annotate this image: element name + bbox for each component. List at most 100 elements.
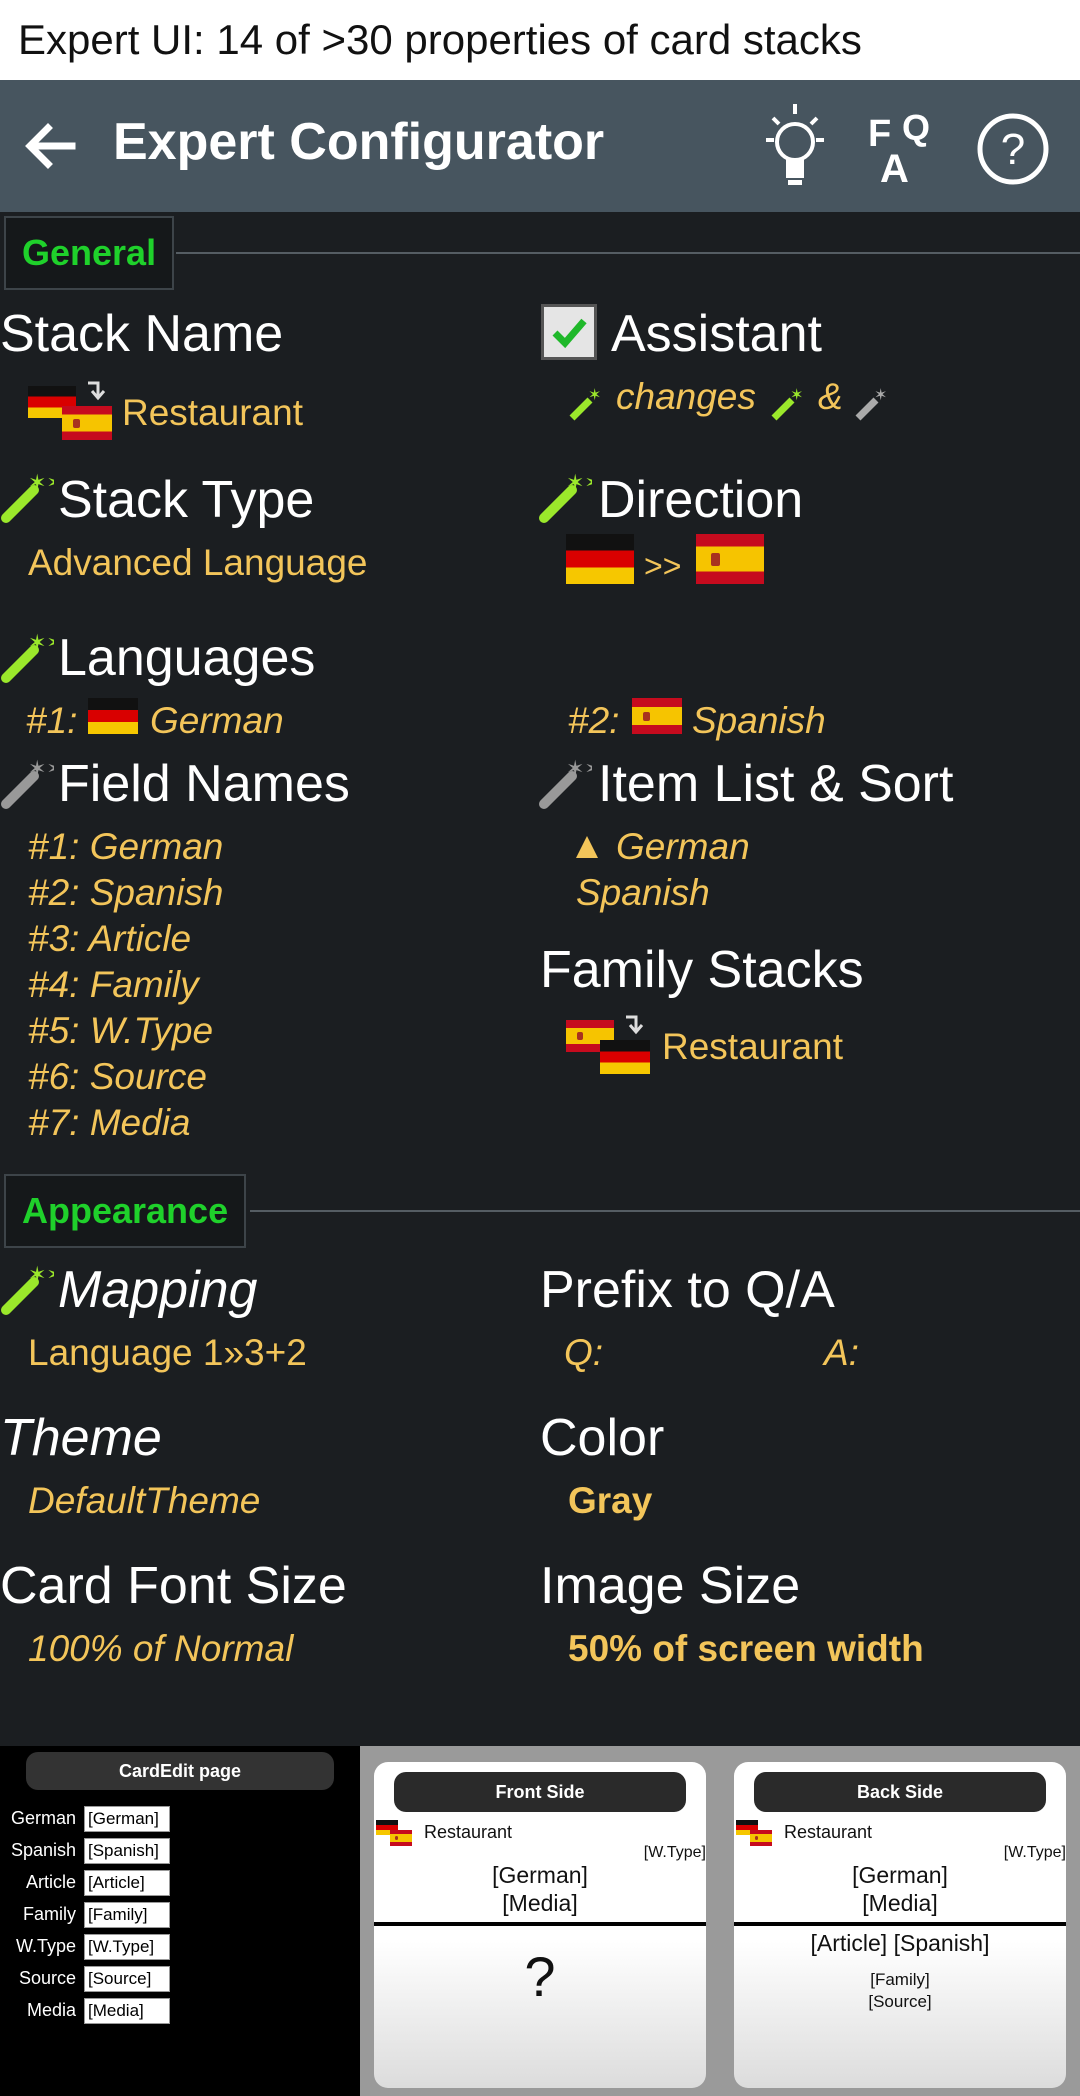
direction-separator: >>: [644, 548, 682, 584]
svg-text:✶✶: ✶✶: [28, 757, 54, 782]
image-size-label[interactable]: Image Size: [540, 1556, 800, 1616]
german-flag-icon: [88, 698, 138, 734]
field-name-item: #3: Article: [28, 918, 192, 959]
wand-icon: ✶✶: [1, 1263, 54, 1315]
field-input[interactable]: [Source]: [84, 1966, 170, 1992]
wand-icon: ✶✶: [539, 471, 592, 523]
field-name-item: #7: Media: [28, 1102, 191, 1143]
theme-value: DefaultTheme: [28, 1480, 261, 1521]
field-name-item: #5: W.Type: [28, 1010, 214, 1051]
item-list-label[interactable]: Item List & Sort: [598, 754, 953, 814]
field-input[interactable]: [German]: [84, 1806, 170, 1832]
wand-icon: ✶✶: [1, 471, 54, 523]
back-article-spanish: [Article] [Spanish]: [810, 1930, 990, 1956]
german-flag-icon: [566, 534, 634, 584]
divider: [250, 1210, 1080, 1212]
spanish-flag-icon: [632, 698, 682, 734]
arrow-left-icon[interactable]: [20, 116, 80, 176]
svg-text:✶✶: ✶✶: [566, 471, 592, 496]
wand-gray-icon: ✶✶: [539, 757, 592, 809]
field-name-item: #2: Spanish: [28, 872, 224, 913]
back-german: [German]: [852, 1862, 948, 1888]
stack-type-value: Advanced Language: [28, 542, 368, 583]
section-general: General: [4, 216, 175, 290]
svg-text:✶✶: ✶✶: [28, 631, 54, 656]
assistant-checkbox[interactable]: [541, 304, 597, 360]
flag-pair-icon: [736, 1818, 776, 1848]
field-label: Source: [18, 1968, 76, 1988]
svg-text:Q: Q: [902, 107, 930, 148]
back-card-title: Back Side: [754, 1772, 1046, 1812]
field-input[interactable]: [Article]: [84, 1870, 170, 1896]
front-german: [German]: [492, 1862, 588, 1888]
field-label: German: [10, 1808, 76, 1828]
cardedit-title: CardEdit page: [26, 1752, 334, 1790]
svg-text:?: ?: [1001, 125, 1025, 174]
caption: Expert UI: 14 of >30 properties of card …: [0, 0, 1080, 80]
stack-type-label[interactable]: Stack Type: [58, 470, 314, 530]
font-size-label[interactable]: Card Font Size: [0, 1556, 347, 1616]
language-1-value: German: [150, 700, 284, 741]
divider: [176, 252, 1080, 254]
front-stack-name: Restaurant: [424, 1822, 513, 1842]
font-size-value: 100% of Normal: [28, 1628, 294, 1669]
wand-icon: ✶: [566, 384, 606, 429]
wand-icon: ✶✶: [1, 631, 54, 683]
front-card: Front Side Restaurant [W.Type] [German] …: [374, 1762, 706, 2088]
field-names-label[interactable]: Field Names: [58, 754, 350, 814]
front-card-title: Front Side: [394, 1772, 686, 1812]
prefix-q: Q:: [564, 1332, 604, 1373]
svg-text:A: A: [880, 147, 909, 186]
mapping-value: Language 1»3+2: [28, 1332, 307, 1373]
main-panel: General Stack Name Restaurant Assistant …: [0, 212, 1080, 1746]
back-stack-name: Restaurant: [784, 1822, 873, 1842]
family-stacks-value: Restaurant: [662, 1026, 843, 1067]
assistant-label[interactable]: Assistant: [611, 304, 822, 364]
direction-label[interactable]: Direction: [598, 470, 803, 530]
field-name-item: #6: Source: [28, 1056, 207, 1097]
stack-name-value: Restaurant: [122, 392, 303, 433]
svg-text:✶: ✶: [790, 385, 803, 404]
stack-name-label[interactable]: Stack Name: [0, 304, 283, 364]
section-appearance: Appearance: [4, 1174, 247, 1248]
languages-label[interactable]: Languages: [58, 628, 315, 688]
flag-pair-icon: [28, 380, 118, 440]
wand-icon: ✶: [768, 384, 808, 429]
language-2-prefix: #2:: [568, 700, 620, 741]
wand-gray-icon: ✶: [852, 384, 892, 429]
card-divider: [734, 1922, 1066, 1926]
language-2-value: Spanish: [692, 700, 826, 741]
color-label[interactable]: Color: [540, 1408, 664, 1468]
field-name-item: #1: German: [28, 826, 224, 867]
field-label: Spanish: [10, 1840, 76, 1860]
front-media: [Media]: [502, 1890, 578, 1916]
svg-text:✶✶: ✶✶: [28, 1263, 54, 1288]
color-value: Gray: [568, 1480, 653, 1521]
svg-text:✶: ✶: [588, 385, 601, 404]
field-name-item: #4: Family: [28, 964, 199, 1005]
back-media: [Media]: [862, 1890, 938, 1916]
svg-text:✶✶: ✶✶: [28, 471, 54, 496]
preview-strip: CardEdit page German [German] Spanish [S…: [0, 1746, 1080, 2096]
field-input[interactable]: [Spanish]: [84, 1838, 170, 1864]
item-list-item: German: [616, 826, 750, 867]
help-icon[interactable]: ?: [976, 112, 1050, 186]
front-answer: ?: [524, 1945, 556, 2008]
sort-ascending-icon: [576, 836, 598, 858]
faq-icon[interactable]: F Q A: [866, 106, 942, 186]
theme-label[interactable]: Theme: [0, 1408, 162, 1468]
assistant-changes: changes: [616, 376, 756, 417]
spanish-flag-icon: [696, 534, 764, 584]
item-list-item: Spanish: [576, 872, 710, 913]
prefix-label[interactable]: Prefix to Q/A: [540, 1260, 835, 1320]
family-stacks-label[interactable]: Family Stacks: [540, 940, 864, 1000]
back-family: [Family]: [870, 1970, 930, 1989]
language-1-prefix: #1:: [26, 700, 78, 741]
field-input[interactable]: [W.Type]: [84, 1934, 170, 1960]
mapping-label[interactable]: Mapping: [58, 1260, 257, 1320]
field-input[interactable]: [Media]: [84, 1998, 170, 2024]
page-title: Expert Configurator: [113, 113, 605, 171]
field-label: W.Type: [15, 1936, 76, 1956]
lightbulb-icon[interactable]: [760, 100, 830, 190]
field-input[interactable]: [Family]: [84, 1902, 170, 1928]
